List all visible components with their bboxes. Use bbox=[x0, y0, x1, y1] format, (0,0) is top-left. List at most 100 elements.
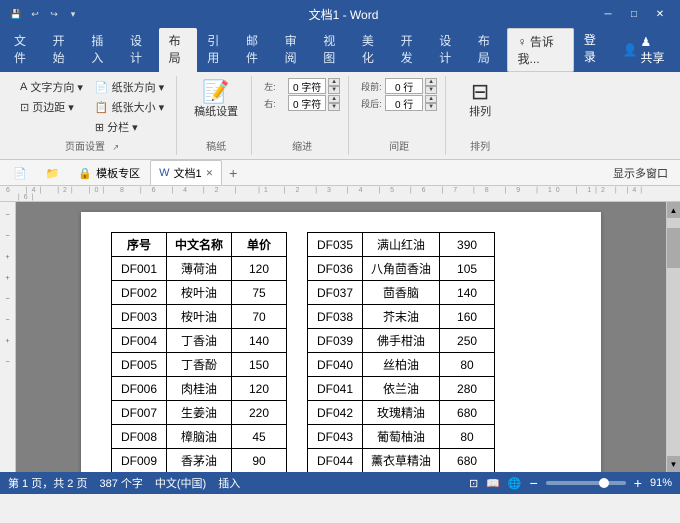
tab-home[interactable]: 开始 bbox=[43, 28, 82, 72]
columns-button[interactable]: ⊞ 分栏▾ bbox=[91, 118, 168, 136]
tab-add-button[interactable]: + bbox=[223, 160, 243, 185]
indent-right-btns: ▲ ▼ bbox=[328, 95, 340, 111]
tell-me-button[interactable]: ♀ 告诉我... bbox=[507, 28, 574, 72]
tab-beautify[interactable]: 美化 bbox=[352, 28, 391, 72]
tab-template-zone[interactable]: 🔒 模板专区 bbox=[69, 160, 149, 185]
save-icon[interactable]: 💾 bbox=[8, 6, 24, 22]
margins-icon: ⊡ bbox=[20, 101, 29, 114]
scroll-down-button[interactable]: ▼ bbox=[667, 456, 680, 472]
table-row: DF002桉叶油75 bbox=[112, 281, 287, 305]
tab-close-button[interactable]: ✕ bbox=[206, 168, 214, 179]
zoom-out-button[interactable]: − bbox=[530, 475, 538, 491]
indent-right-input[interactable] bbox=[288, 95, 326, 111]
paper-size-button[interactable]: 📋 纸张大小▾ bbox=[91, 98, 168, 116]
share-button[interactable]: 👤 ♟ 共享 bbox=[613, 28, 677, 72]
margins-button[interactable]: ⊡ 页边距▾ bbox=[16, 98, 87, 116]
spacing-after-up[interactable]: ▲ bbox=[425, 95, 437, 103]
login-button[interactable]: 登录 bbox=[574, 28, 613, 72]
scroll-thumb[interactable] bbox=[667, 228, 680, 268]
tab-view[interactable]: 视图 bbox=[313, 28, 352, 72]
zoom-in-button[interactable]: + bbox=[634, 475, 642, 491]
indent-left-input[interactable] bbox=[288, 78, 326, 94]
arrange-label: 排列 bbox=[470, 136, 490, 153]
word-count: 387 个字 bbox=[99, 475, 142, 491]
spacing-before-label: 段前: bbox=[361, 80, 383, 93]
tab-dev[interactable]: 开发 bbox=[391, 28, 430, 72]
undo-icon[interactable]: ↩ bbox=[27, 6, 43, 22]
titlebar: 💾 ↩ ↪ ▾ 文档1 - Word ─ □ ✕ bbox=[0, 0, 680, 28]
maximize-button[interactable]: □ bbox=[622, 5, 646, 23]
spacing-before-down[interactable]: ▼ bbox=[425, 86, 437, 94]
table-row: DF004丁香油140 bbox=[112, 329, 287, 353]
zoom-thumb bbox=[599, 478, 609, 488]
tab-layout2[interactable]: 布局 bbox=[468, 28, 507, 72]
text-direction-icon: A bbox=[20, 81, 27, 93]
page-setup-dialog-launcher[interactable]: ↗ bbox=[107, 140, 119, 152]
scroll-track[interactable] bbox=[667, 218, 680, 456]
page-info: 第 1 页，共 2 页 bbox=[8, 475, 87, 491]
spacing-before-btns: ▲ ▼ bbox=[425, 78, 437, 94]
tab-document1[interactable]: W 文档1 ✕ bbox=[150, 160, 222, 185]
ribbon-group-spacing: 段前: ▲ ▼ 段后: bbox=[353, 76, 446, 155]
window-title: 文档1 - Word bbox=[91, 6, 596, 23]
tab-insert[interactable]: 插入 bbox=[81, 28, 120, 72]
table-row: DF043葡萄柚油80 bbox=[308, 425, 495, 449]
window-controls: ─ □ ✕ bbox=[596, 5, 672, 23]
orientation-button[interactable]: 📄 纸张方向▾ bbox=[91, 78, 168, 96]
view-web-icon[interactable]: 🌐 bbox=[508, 477, 522, 490]
qa-dropdown[interactable]: ▾ bbox=[65, 6, 81, 22]
vertical-scrollbar[interactable]: ▲ ▼ bbox=[666, 202, 680, 472]
tab-folder[interactable]: 📁 bbox=[37, 160, 69, 185]
scroll-up-button[interactable]: ▲ bbox=[667, 202, 680, 218]
indent-left-spinner: ▲ ▼ bbox=[288, 78, 340, 94]
tab-design[interactable]: 设计 bbox=[120, 28, 159, 72]
ruler-vertical: − − + + − − + − bbox=[0, 202, 16, 472]
document-page: 序号 中文名称 单价 DF001薄荷油120DF002桉叶油75DF003桉叶油… bbox=[81, 212, 601, 472]
spacing-before-input[interactable] bbox=[385, 78, 423, 94]
indent-right-up[interactable]: ▲ bbox=[328, 95, 340, 103]
zoom-level: 91% bbox=[650, 477, 672, 489]
spacing-after-input[interactable] bbox=[385, 95, 423, 111]
table1: 序号 中文名称 单价 DF001薄荷油120DF002桉叶油75DF003桉叶油… bbox=[111, 232, 287, 472]
share-icon: 👤 bbox=[623, 43, 638, 57]
manuscript-content: 📝 稿纸设置 bbox=[189, 78, 243, 136]
text-direction-button[interactable]: A 文字方向▾ bbox=[16, 78, 87, 96]
ribbon-group-page-setup: A 文字方向▾ ⊡ 页边距▾ 📄 纸张方向▾ bbox=[8, 76, 177, 155]
indent-left-up[interactable]: ▲ bbox=[328, 78, 340, 86]
tab-mailings[interactable]: 邮件 bbox=[236, 28, 275, 72]
spacing-before-row: 段前: ▲ ▼ bbox=[361, 78, 437, 94]
minimize-button[interactable]: ─ bbox=[596, 5, 620, 23]
tab-references[interactable]: 引用 bbox=[197, 28, 236, 72]
col-header-price: 单价 bbox=[232, 233, 287, 257]
view-normal-icon[interactable]: ⊡ bbox=[469, 477, 478, 490]
tab-layout[interactable]: 布局 bbox=[159, 28, 198, 72]
zoom-slider[interactable] bbox=[546, 481, 626, 485]
page-setup-label: 页面设置↗ bbox=[65, 136, 119, 153]
redo-icon[interactable]: ↪ bbox=[46, 6, 62, 22]
indent-left-down[interactable]: ▼ bbox=[328, 86, 340, 94]
indent-right-down[interactable]: ▼ bbox=[328, 103, 340, 111]
document-scroll[interactable]: 序号 中文名称 单价 DF001薄荷油120DF002桉叶油75DF003桉叶油… bbox=[16, 202, 666, 472]
close-button[interactable]: ✕ bbox=[648, 5, 672, 23]
table-row: DF040丝柏油80 bbox=[308, 353, 495, 377]
tab-new-document[interactable]: 📄 bbox=[4, 160, 36, 185]
tab-review[interactable]: 审阅 bbox=[275, 28, 314, 72]
table-row: DF044薰衣草精油680 bbox=[308, 449, 495, 473]
tab-file[interactable]: 文件 bbox=[4, 28, 43, 72]
show-windows-button[interactable]: 显示多窗口 bbox=[605, 160, 676, 185]
table2: DF035满山红油390DF036八角茴香油105DF037茴香脑140DF03… bbox=[307, 232, 495, 472]
view-reading-icon[interactable]: 📖 bbox=[486, 477, 500, 490]
spacing-controls: 段前: ▲ ▼ 段后: bbox=[361, 78, 437, 111]
tab-design2[interactable]: 设计 bbox=[429, 28, 468, 72]
manuscript-icon: 📝 bbox=[202, 81, 229, 103]
spacing-before-up[interactable]: ▲ bbox=[425, 78, 437, 86]
indent-left-btns: ▲ ▼ bbox=[328, 78, 340, 94]
spacing-label: 间距 bbox=[389, 136, 409, 153]
arrange-button[interactable]: ⊟ 排列 bbox=[462, 78, 498, 122]
arrange-content: ⊟ 排列 bbox=[462, 78, 498, 136]
spacing-after-spinner: ▲ ▼ bbox=[385, 95, 437, 111]
spacing-after-down[interactable]: ▼ bbox=[425, 103, 437, 111]
table-row: DF041依兰油280 bbox=[308, 377, 495, 401]
manuscript-setup-button[interactable]: 📝 稿纸设置 bbox=[189, 78, 243, 122]
col-header-name: 中文名称 bbox=[167, 233, 232, 257]
